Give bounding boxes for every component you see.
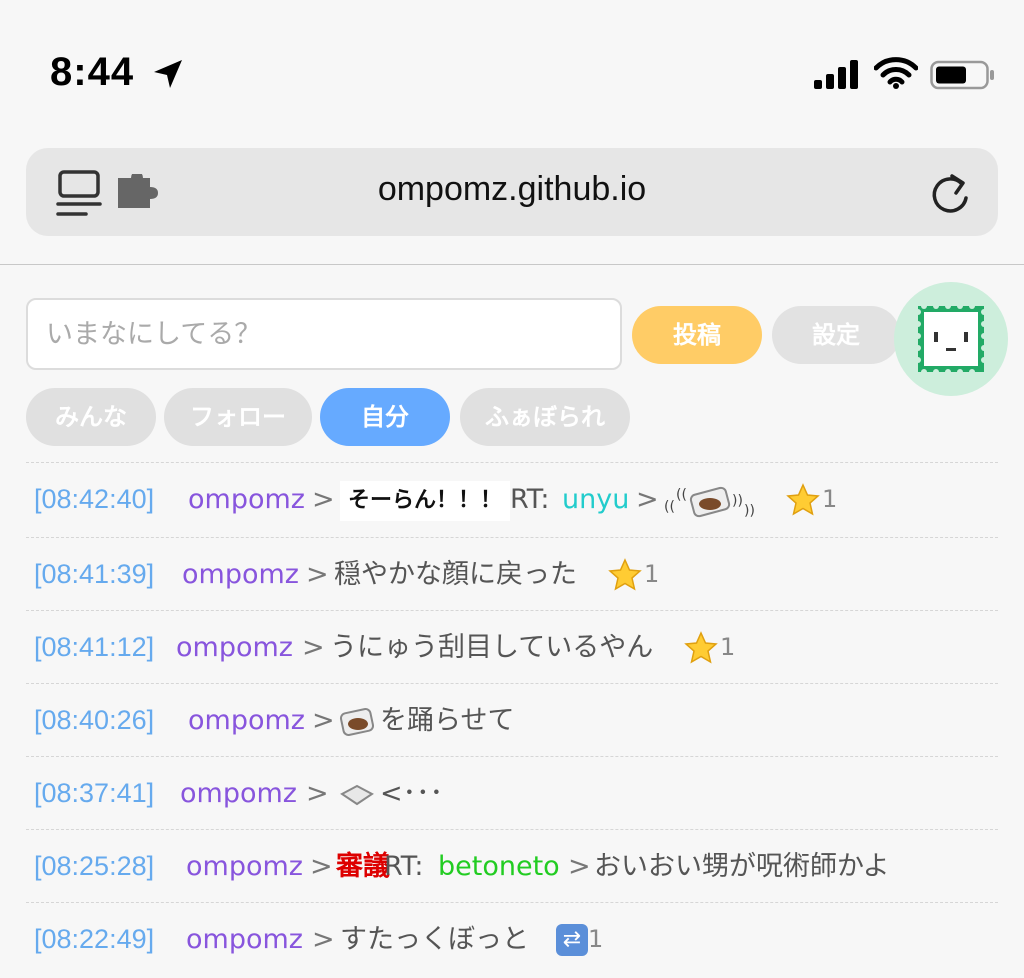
text-stamp: そーらん！！！ — [340, 463, 511, 536]
favorite-count[interactable]: 1 — [684, 611, 735, 684]
extension-puzzle-icon[interactable] — [114, 174, 160, 212]
separator: > — [568, 851, 591, 882]
tab-mine[interactable]: 自分 — [320, 388, 450, 446]
post-text: 穏やかな顔に戻った — [334, 559, 577, 590]
page-format-icon[interactable] — [56, 168, 102, 218]
username[interactable]: ompomz — [180, 757, 297, 830]
tab-favorited[interactable]: ふぁぼられ — [460, 388, 630, 446]
separator: > — [636, 484, 659, 515]
username[interactable]: ompomz — [188, 684, 305, 757]
svg-text:((: (( — [664, 499, 675, 515]
location-arrow-icon — [154, 60, 182, 88]
rt-username[interactable]: betoneto — [438, 830, 560, 903]
vibrating-food-box-icon: (( (( )) )) — [664, 463, 764, 536]
separator: > — [312, 924, 335, 955]
rt-username[interactable]: unyu — [562, 463, 629, 536]
separator: > — [312, 484, 335, 515]
star-icon — [786, 483, 820, 516]
separator: > — [302, 632, 325, 663]
deliberation-stamp: 審議 — [336, 851, 390, 882]
post-text: を踊らせて — [380, 705, 515, 736]
favorite-count[interactable]: 1 — [608, 538, 659, 611]
avatar[interactable] — [894, 282, 1008, 396]
post-text: <･･･ — [380, 778, 444, 809]
food-box-icon — [338, 684, 376, 757]
star-icon — [684, 631, 718, 664]
timestamp[interactable]: [08:42:40] — [34, 463, 154, 536]
separator: > — [310, 851, 333, 882]
battery-icon — [930, 60, 994, 90]
svg-text:)): )) — [744, 503, 755, 519]
settings-button[interactable]: 設定 — [772, 306, 900, 364]
timestamp[interactable]: [08:37:41] — [34, 757, 154, 830]
post-text: うにゅう刮目しているやん — [330, 632, 654, 663]
svg-text:((: (( — [676, 487, 687, 503]
tab-follow[interactable]: フォロー — [164, 388, 312, 446]
post-text: おいおい甥が呪術師かよ — [594, 851, 890, 882]
repost-icon: ⇄ — [556, 924, 588, 956]
stamp-face-icon — [915, 303, 987, 375]
rt-prefix: RT: — [510, 484, 550, 515]
list-item[interactable]: [08:40:26] ompomz > を踊らせて — [26, 683, 998, 756]
list-item[interactable]: [08:41:39] ompomz > 穏やかな顔に戻った 1 — [26, 537, 998, 610]
timestamp[interactable]: [08:41:12] — [34, 611, 154, 684]
wifi-icon — [874, 57, 918, 89]
status-time: 8:44 — [50, 50, 135, 94]
repost-count[interactable]: ⇄ 1 — [556, 903, 603, 976]
separator: > — [306, 559, 329, 590]
username[interactable]: ompomz — [186, 903, 303, 976]
star-icon — [608, 558, 642, 591]
username[interactable]: ompomz — [176, 611, 293, 684]
toolbar-divider — [0, 264, 1024, 265]
post-button[interactable]: 投稿 — [632, 306, 762, 364]
svg-text:)): )) — [732, 493, 743, 509]
list-item[interactable]: [08:42:40] ompomz > そーらん！！！ RT: unyu > (… — [26, 462, 998, 537]
separator: > — [312, 705, 335, 736]
post-text: すたっくぼっと — [340, 924, 529, 955]
reload-icon[interactable] — [926, 168, 974, 218]
separator: > — [306, 778, 329, 809]
timestamp[interactable]: [08:25:28] — [34, 830, 154, 903]
username[interactable]: ompomz — [182, 538, 299, 611]
tab-everyone[interactable]: みんな — [26, 388, 156, 446]
timestamp[interactable]: [08:41:39] — [34, 538, 154, 611]
url-text[interactable]: ompomz.github.io — [200, 170, 824, 209]
status-bar: 8:44 — [0, 0, 1024, 140]
rt-prefix: RT: — [384, 851, 424, 882]
list-item[interactable]: [08:37:41] ompomz > <･･･ — [26, 756, 998, 829]
username[interactable]: ompomz — [188, 463, 305, 536]
status-input[interactable] — [26, 298, 622, 370]
username[interactable]: ompomz — [186, 830, 303, 903]
timestamp[interactable]: [08:40:26] — [34, 684, 154, 757]
timeline-list: [08:42:40] ompomz > そーらん！！！ RT: unyu > (… — [26, 462, 998, 975]
list-item[interactable]: [08:22:49] ompomz > すたっくぼっと ⇄ 1 — [26, 902, 998, 975]
list-item[interactable]: [08:25:28] ompomz > 審議 RT: betoneto > おい… — [26, 829, 998, 902]
empty-box-icon — [338, 757, 376, 830]
cellular-signal-icon — [814, 60, 858, 89]
favorite-count[interactable]: 1 — [786, 463, 837, 536]
timestamp[interactable]: [08:22:49] — [34, 903, 154, 976]
list-item[interactable]: [08:41:12] ompomz > うにゅう刮目しているやん 1 — [26, 610, 998, 683]
